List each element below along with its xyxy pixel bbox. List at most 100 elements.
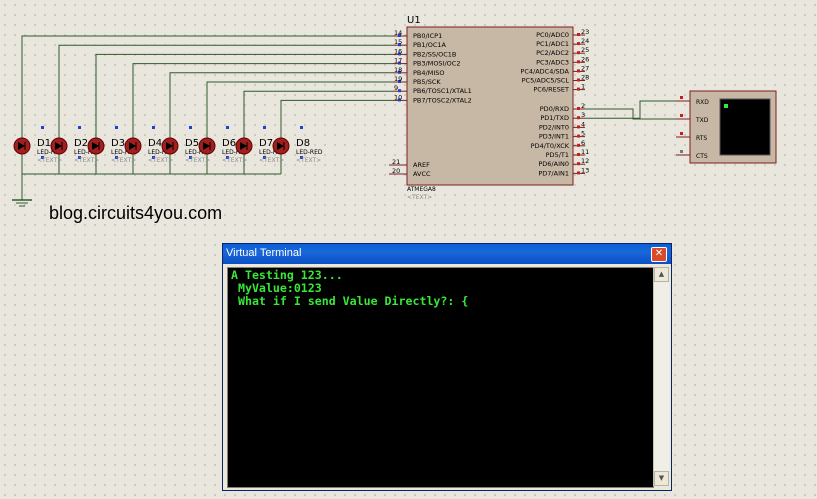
pin-marker [152,126,155,129]
pin-name: PB7/TOSC2/XTAL2 [413,96,472,104]
pin-marker [577,125,580,129]
pin-marker [41,126,44,129]
pin-name: PB2/SS/OC1B [413,50,456,58]
pin-number: 9 [394,84,398,92]
led-text-label: <TEXT> [296,157,321,164]
pin-number: 21 [392,158,400,166]
terminal-line: A Testing 123... [231,268,343,282]
pin-name: PC4/ADC4/SDA [520,67,569,75]
pin-marker [577,33,580,36]
pin-marker [577,143,580,147]
led-ref-label: D3 [111,138,125,149]
terminal-line: MyValue:0123 [231,281,322,295]
pin-number: 23 [581,28,589,36]
pin-number: 3 [581,111,585,119]
led-text-label: <TEXT> [259,157,284,164]
pin-name: PB6/TOSC1/XTAL1 [413,87,472,95]
terminal-line: What if I send Value Directly?: { [231,294,469,308]
pin-marker [680,96,683,99]
pin-number: 28 [581,74,589,82]
pin-marker [577,87,580,91]
pin-name: PC0/ADC0 [536,31,569,39]
pin-name: PD4/T0/XCK [531,142,570,150]
pin-name: PD1/TXD [540,114,569,122]
pin-number: 4 [581,120,585,128]
pin-number: 15 [394,38,402,46]
pin-number: 11 [581,148,589,156]
scroll-up-icon[interactable]: ▲ [654,267,669,282]
pin-name: PD2/INT0 [539,123,569,131]
led-ref-label: D6 [222,138,236,149]
wire [280,99,393,138]
mcu-text-label: <TEXT> [407,194,432,201]
led-text-label: <TEXT> [185,157,210,164]
pin-name: PC5/ADC5/SCL [522,77,570,85]
led-text-label: <TEXT> [74,157,99,164]
led-text-label: <TEXT> [222,157,247,164]
pin-number: 16 [394,47,402,55]
pin-marker [78,126,81,129]
pin-number: 13 [581,166,589,174]
led-ref-label: D2 [74,138,88,149]
close-button[interactable]: ✕ [651,247,667,262]
pin-marker [680,150,683,153]
mcu-atmega8[interactable]: U1ATMEGA8<TEXT>14 PB0/ICP115 PB1/OC1A16 PB2… [389,15,589,201]
led-text-label: <TEXT> [37,157,62,164]
pin-name: PB5/SCK [413,78,441,86]
wire [206,81,393,138]
pin-number: 2 [581,102,585,110]
pin-marker [577,107,580,110]
pin-name: PB0/ICP1 [413,32,442,40]
pin-number: 14 [394,29,402,37]
window-titlebar[interactable]: Virtual Terminal ✕ [223,244,671,264]
led-text-label: <TEXT> [111,157,136,164]
pin-number: 20 [392,167,400,175]
terminal-output[interactable]: A Testing 123... MyValue:0123 What if I … [227,267,654,488]
led-ref-label: D5 [185,138,199,149]
window-title: Virtual Terminal [226,247,302,259]
virtual-terminal-window[interactable]: Virtual Terminal ✕ A Testing 123... MyVa… [222,243,672,491]
pin-name: PD0/RXD [540,105,569,113]
pin-marker [300,126,303,129]
pin-marker [577,116,580,120]
pin-marker [577,69,580,73]
pin-name: PD7/AIN1 [538,169,569,177]
pin-marker [577,162,580,166]
pin-marker [189,126,192,129]
led-ref-label: D8 [296,138,310,149]
pin-number: 17 [394,57,402,65]
terminal-pin-label: CTS [696,153,708,160]
pin-name: AREF [413,161,430,169]
pin-number: 10 [394,93,402,101]
pin-marker [577,60,580,64]
pin-number: 19 [394,75,402,83]
terminal-pin-label: TXD [695,117,709,124]
pin-marker [577,153,580,156]
pin-name: PD3/INT1 [539,133,569,141]
mcu-ref-label: U1 [407,15,421,26]
wire [243,90,393,138]
terminal-pin-label: RXD [696,99,709,106]
led-ref-label: D1 [37,138,51,149]
terminal-pin-label: RTS [696,135,707,142]
wire [585,100,676,119]
virtual-terminal-component[interactable]: RXD TXD RTS CTS [676,90,777,164]
watermark-text: blog.circuits4you.com [49,203,223,223]
pin-number: 1 [581,83,585,91]
ground-symbol [12,199,32,207]
pin-name: PC1/ADC1 [536,40,569,48]
pin-number: 6 [581,139,585,147]
pin-marker [680,132,683,135]
pin-name: PB3/MOSI/OC2 [413,60,460,68]
led-array[interactable]: D1LED-RED<TEXT>D2LED-RED<TEXT>D3LED-RED<… [13,126,323,164]
scroll-down-icon[interactable]: ▼ [654,471,669,486]
pin-number: 25 [581,46,589,54]
pin-name: PD5/T1 [546,151,569,159]
pin-marker [577,171,580,175]
pin-number: 26 [581,55,589,63]
vertical-scrollbar[interactable]: ▲ ▼ [653,267,669,486]
pin-name: PC6/RESET [533,86,569,94]
led-ref-label: D7 [259,138,273,149]
pin-name: PC2/ADC2 [536,49,569,57]
pin-marker [263,126,266,129]
